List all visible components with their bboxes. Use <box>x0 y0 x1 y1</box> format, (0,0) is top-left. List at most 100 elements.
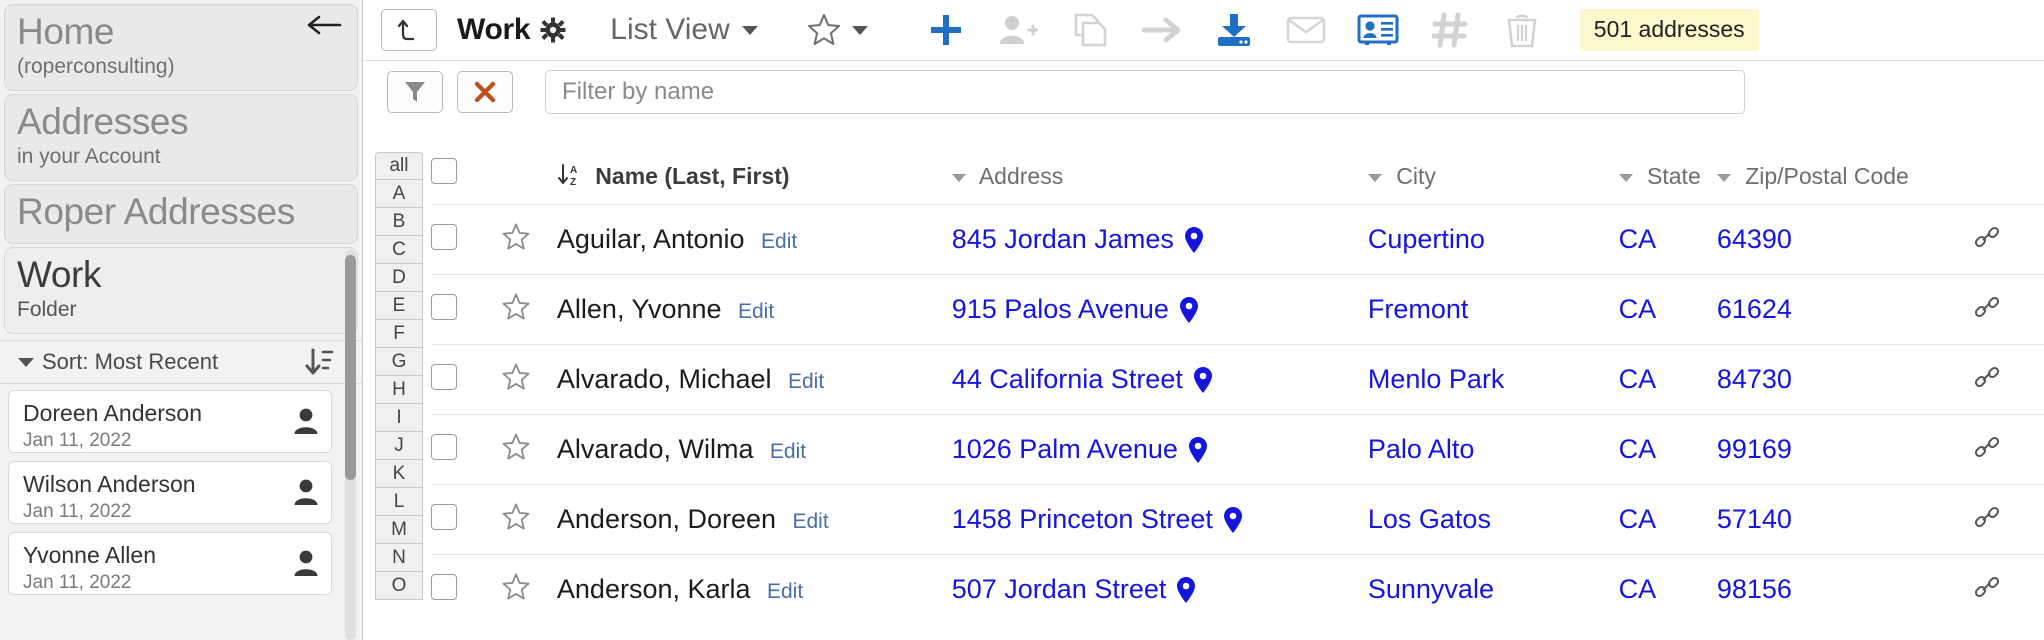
select-all-checkbox[interactable] <box>431 158 457 184</box>
address-link[interactable]: 507 Jordan Street <box>952 574 1167 605</box>
address-link[interactable]: 1026 Palm Avenue <box>952 434 1178 465</box>
city-link[interactable]: Sunnyvale <box>1368 574 1494 604</box>
column-header-name[interactable]: A Z Name (Last, First) <box>557 152 952 205</box>
city-link[interactable]: Menlo Park <box>1368 364 1505 394</box>
copy-button[interactable] <box>1054 6 1126 54</box>
table-row[interactable]: Anderson, Karla Edit 507 Jordan Street S… <box>431 554 2044 625</box>
edit-link[interactable]: Edit <box>793 510 829 533</box>
list-item[interactable]: Doreen Anderson Jan 11, 2022 <box>8 390 332 453</box>
move-button[interactable] <box>1126 6 1198 54</box>
sidebar-item-home[interactable]: Home (roperconsulting) <box>4 4 358 91</box>
edit-link[interactable]: Edit <box>767 580 803 603</box>
table-row[interactable]: Allen, Yvonne Edit 915 Palos Avenue Frem… <box>431 274 2044 345</box>
edit-link[interactable]: Edit <box>770 440 806 463</box>
address-link[interactable]: 1458 Princeton Street <box>952 504 1213 535</box>
alpha-index-d[interactable]: D <box>375 264 423 292</box>
edit-link[interactable]: Edit <box>788 370 824 393</box>
favorite-star-icon[interactable] <box>501 292 531 322</box>
row-checkbox[interactable] <box>431 504 457 530</box>
edit-link[interactable]: Edit <box>761 230 797 253</box>
alpha-index-k[interactable]: K <box>375 460 423 488</box>
map-pin-icon[interactable] <box>1188 436 1208 464</box>
filter-button[interactable] <box>387 70 443 113</box>
table-row[interactable]: Alvarado, Wilma Edit 1026 Palm Avenue Pa… <box>431 414 2044 485</box>
list-item[interactable]: Wilson Anderson Jan 11, 2022 <box>8 461 332 524</box>
gear-icon[interactable] <box>540 17 566 43</box>
zip-link[interactable]: 57140 <box>1717 504 1792 534</box>
row-checkbox[interactable] <box>431 294 457 320</box>
column-header-state[interactable]: State <box>1618 152 1717 205</box>
state-link[interactable]: CA <box>1619 434 1657 464</box>
state-link[interactable]: CA <box>1619 224 1657 254</box>
sidebar-item-work[interactable]: Work Folder <box>4 247 358 334</box>
zip-link[interactable]: 64390 <box>1717 224 1792 254</box>
address-link[interactable]: 845 Jordan James <box>952 224 1174 255</box>
zip-link[interactable]: 84730 <box>1717 364 1792 394</box>
alpha-index-a[interactable]: A <box>375 180 423 208</box>
email-button[interactable] <box>1270 6 1342 54</box>
sort-direction-icon[interactable] <box>304 347 334 379</box>
city-link[interactable]: Fremont <box>1368 294 1469 324</box>
alpha-index-f[interactable]: F <box>375 320 423 348</box>
table-row[interactable]: Alvarado, Michael Edit 44 California Str… <box>431 344 2044 415</box>
city-link[interactable]: Palo Alto <box>1368 434 1475 464</box>
alpha-index-m[interactable]: M <box>375 516 423 544</box>
alpha-index-o[interactable]: O <box>375 572 423 600</box>
sidebar-item-addresses[interactable]: Addresses in your Account <box>4 94 358 181</box>
column-header-city[interactable]: City <box>1367 152 1619 205</box>
map-pin-icon[interactable] <box>1184 226 1204 254</box>
column-header-zip[interactable]: Zip/Postal Code <box>1716 152 2044 205</box>
delete-button[interactable] <box>1486 6 1558 54</box>
vcard-button[interactable] <box>1342 6 1414 54</box>
state-link[interactable]: CA <box>1619 294 1657 324</box>
table-row[interactable]: Anderson, Doreen Edit 1458 Princeton Str… <box>431 484 2044 555</box>
address-link[interactable]: 915 Palos Avenue <box>952 294 1169 325</box>
row-checkbox[interactable] <box>431 434 457 460</box>
link-icon[interactable] <box>1973 433 2001 461</box>
zip-link[interactable]: 61624 <box>1717 294 1792 324</box>
state-link[interactable]: CA <box>1619 504 1657 534</box>
add-person-button[interactable] <box>982 6 1054 54</box>
back-arrow-icon[interactable] <box>307 13 343 37</box>
map-pin-icon[interactable] <box>1176 576 1196 604</box>
link-icon[interactable] <box>1973 503 2001 531</box>
favorite-star-icon[interactable] <box>501 362 531 392</box>
clear-filter-button[interactable] <box>457 70 513 113</box>
sidebar-item-roper-addresses[interactable]: Roper Addresses <box>4 184 358 244</box>
map-pin-icon[interactable] <box>1223 506 1243 534</box>
row-checkbox[interactable] <box>431 574 457 601</box>
link-icon[interactable] <box>1973 293 2001 321</box>
alpha-index-n[interactable]: N <box>375 544 423 572</box>
zip-link[interactable]: 98156 <box>1717 574 1792 604</box>
alpha-index-all[interactable]: all <box>375 152 423 180</box>
row-checkbox[interactable] <box>431 364 457 390</box>
alpha-index-h[interactable]: H <box>375 376 423 404</box>
link-icon[interactable] <box>1973 223 2001 251</box>
sidebar-scrollbar-thumb[interactable] <box>345 255 356 480</box>
table-row[interactable]: Aguilar, Antonio Edit 845 Jordan James C… <box>431 204 2044 275</box>
filter-input[interactable] <box>545 69 1745 114</box>
alpha-index-g[interactable]: G <box>375 348 423 376</box>
favorite-star-icon[interactable] <box>501 502 531 532</box>
edit-link[interactable]: Edit <box>738 300 774 323</box>
map-pin-icon[interactable] <box>1193 366 1213 394</box>
up-one-level-button[interactable] <box>381 9 437 51</box>
list-item[interactable]: Yvonne Allen Jan 11, 2022 <box>8 532 332 595</box>
column-header-address[interactable]: Address <box>951 152 1368 205</box>
address-link[interactable]: 44 California Street <box>952 364 1183 395</box>
favorites-menu[interactable] <box>806 12 868 48</box>
alpha-index-c[interactable]: C <box>375 236 423 264</box>
link-icon[interactable] <box>1973 573 2001 601</box>
state-link[interactable]: CA <box>1619 574 1657 604</box>
import-button[interactable] <box>1198 6 1270 54</box>
add-button[interactable] <box>910 6 982 54</box>
favorite-star-icon[interactable] <box>501 572 531 602</box>
state-link[interactable]: CA <box>1619 364 1657 394</box>
alpha-index-j[interactable]: J <box>375 432 423 460</box>
alpha-index-l[interactable]: L <box>375 488 423 516</box>
view-selector[interactable]: List View <box>610 13 758 47</box>
favorite-star-icon[interactable] <box>501 432 531 462</box>
alpha-index-b[interactable]: B <box>375 208 423 236</box>
row-checkbox[interactable] <box>431 224 457 250</box>
favorite-star-icon[interactable] <box>501 222 531 252</box>
